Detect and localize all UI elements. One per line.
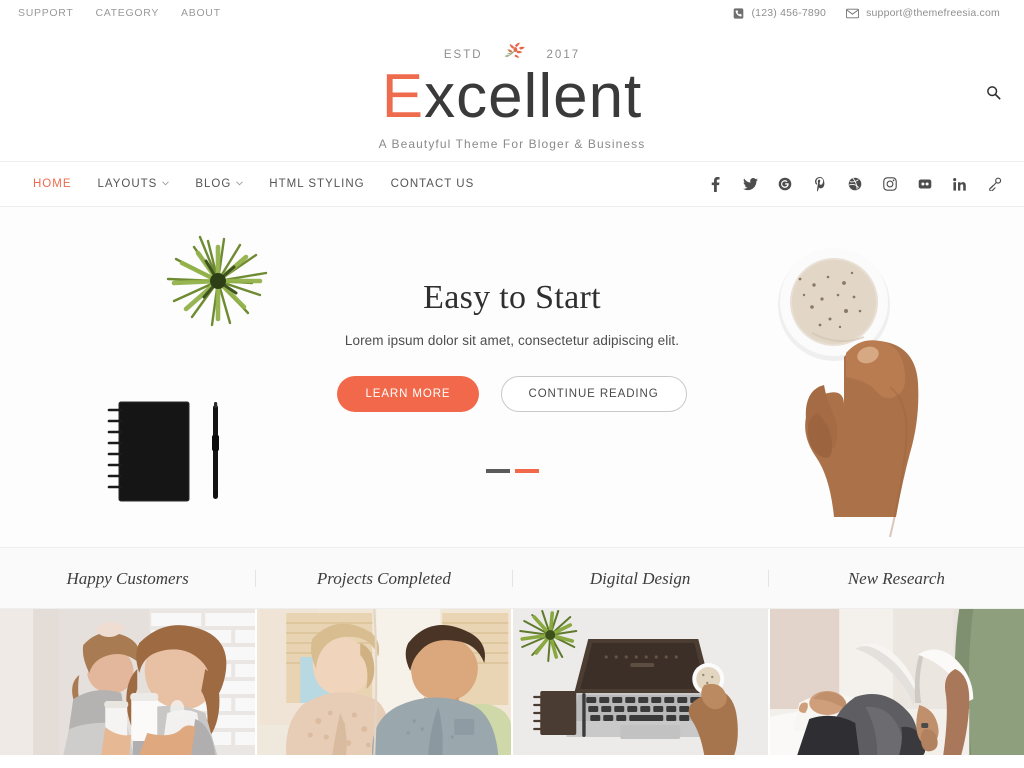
nav-item-html-styling-label: HTML STYLING — [269, 178, 365, 190]
continue-reading-button[interactable]: CONTINUE READING — [500, 376, 687, 412]
stats-strip: Happy Customers Projects Completed Digit… — [0, 547, 1024, 609]
hero-slider: Easy to Start Lorem ipsum dolor sit amet… — [0, 207, 1024, 547]
learn-more-button[interactable]: LEARN MORE — [337, 376, 479, 412]
slider-dot-1[interactable] — [485, 469, 510, 473]
nav-item-layouts[interactable]: LAYOUTS — [85, 178, 183, 190]
twitter-icon[interactable] — [733, 169, 767, 199]
hero-title: Easy to Start — [423, 279, 601, 316]
photo-mother-and-daughter-with-coffee[interactable] — [0, 609, 257, 755]
site-title[interactable]: Excellent — [382, 66, 643, 128]
slider-pagination — [0, 469, 1024, 473]
estd-label: ESTD — [443, 49, 483, 61]
stat-new-research[interactable]: New Research — [769, 570, 1024, 587]
search-toggle-button[interactable] — [980, 82, 1006, 108]
dribbble-icon[interactable] — [838, 169, 872, 199]
hero-content: Easy to Start Lorem ipsum dolor sit amet… — [0, 279, 1024, 412]
phone-icon — [733, 7, 744, 19]
site-tagline: A Beautyful Theme For Bloger & Business — [378, 137, 646, 151]
top-menu-item-support[interactable]: SUPPORT — [18, 7, 73, 19]
linkedin-icon[interactable] — [943, 169, 977, 199]
phone-number: (123) 456-7890 — [751, 7, 827, 19]
featured-photo-row — [0, 609, 1024, 755]
photo-couple-in-kitchen[interactable] — [256, 609, 513, 755]
top-bar-contact: (123) 456-7890 support@themefreesia.com — [733, 7, 1000, 19]
site-title-rest: xcellent — [424, 62, 643, 131]
stat-digital-design[interactable]: Digital Design — [513, 569, 769, 587]
link-icon[interactable] — [978, 169, 1012, 199]
top-bar: SUPPORT CATEGORY ABOUT (123) 456-7890 su… — [0, 0, 1024, 26]
facebook-icon[interactable] — [698, 169, 732, 199]
flickr-icon[interactable] — [908, 169, 942, 199]
estd-year: 2017 — [546, 49, 581, 61]
nav-item-home[interactable]: HOME — [20, 178, 85, 190]
black-notebook-and-pen-image — [105, 399, 240, 504]
nav-item-home-label: HOME — [33, 178, 72, 190]
hero-subtitle: Lorem ipsum dolor sit amet, consectetur … — [344, 333, 680, 348]
stat-projects-completed[interactable]: Projects Completed — [256, 569, 513, 587]
top-menu-item-category[interactable]: CATEGORY — [95, 7, 159, 19]
nav-item-contact-us[interactable]: CONTACT US — [378, 178, 488, 190]
nav-item-blog-label: BLOG — [195, 178, 232, 190]
stat-happy-customers[interactable]: Happy Customers — [0, 569, 257, 587]
slider-dot-2[interactable] — [514, 469, 539, 473]
instagram-icon[interactable] — [873, 169, 907, 199]
pinterest-icon[interactable] — [803, 169, 837, 199]
site-branding: ESTD 2017 Excellent A Beautyful Theme Fo… — [0, 26, 1024, 161]
email-contact[interactable]: support@themefreesia.com — [846, 7, 1000, 19]
phone-contact[interactable]: (123) 456-7890 — [733, 7, 826, 19]
chevron-down-icon — [236, 179, 244, 188]
top-menu-item-about[interactable]: ABOUT — [181, 7, 221, 19]
social-links — [698, 169, 1012, 199]
search-icon — [986, 85, 1001, 105]
nav-item-html-styling[interactable]: HTML STYLING — [256, 178, 377, 190]
nav-item-blog[interactable]: BLOG — [182, 178, 256, 190]
nav-item-layouts-label: LAYOUTS — [97, 178, 158, 190]
top-bar-menu: SUPPORT CATEGORY ABOUT — [18, 7, 221, 19]
site-title-initial: E — [381, 62, 425, 131]
nav-menu: HOME LAYOUTS BLOG HTML STYLING CONTACT U… — [20, 178, 487, 190]
main-navigation: HOME LAYOUTS BLOG HTML STYLING CONTACT U… — [0, 161, 1024, 207]
google-plus-icon[interactable] — [768, 169, 802, 199]
email-address: support@themefreesia.com — [866, 7, 1000, 19]
photo-person-reading-book-on-bed[interactable] — [769, 609, 1024, 755]
chevron-down-icon — [162, 179, 170, 188]
photo-desk-flatlay-with-laptop[interactable] — [513, 609, 770, 755]
envelope-icon — [846, 8, 860, 19]
hero-buttons: LEARN MORE CONTINUE READING — [0, 376, 1024, 412]
page-bottom-filler — [0, 755, 1024, 768]
nav-item-contact-us-label: CONTACT US — [390, 178, 475, 190]
